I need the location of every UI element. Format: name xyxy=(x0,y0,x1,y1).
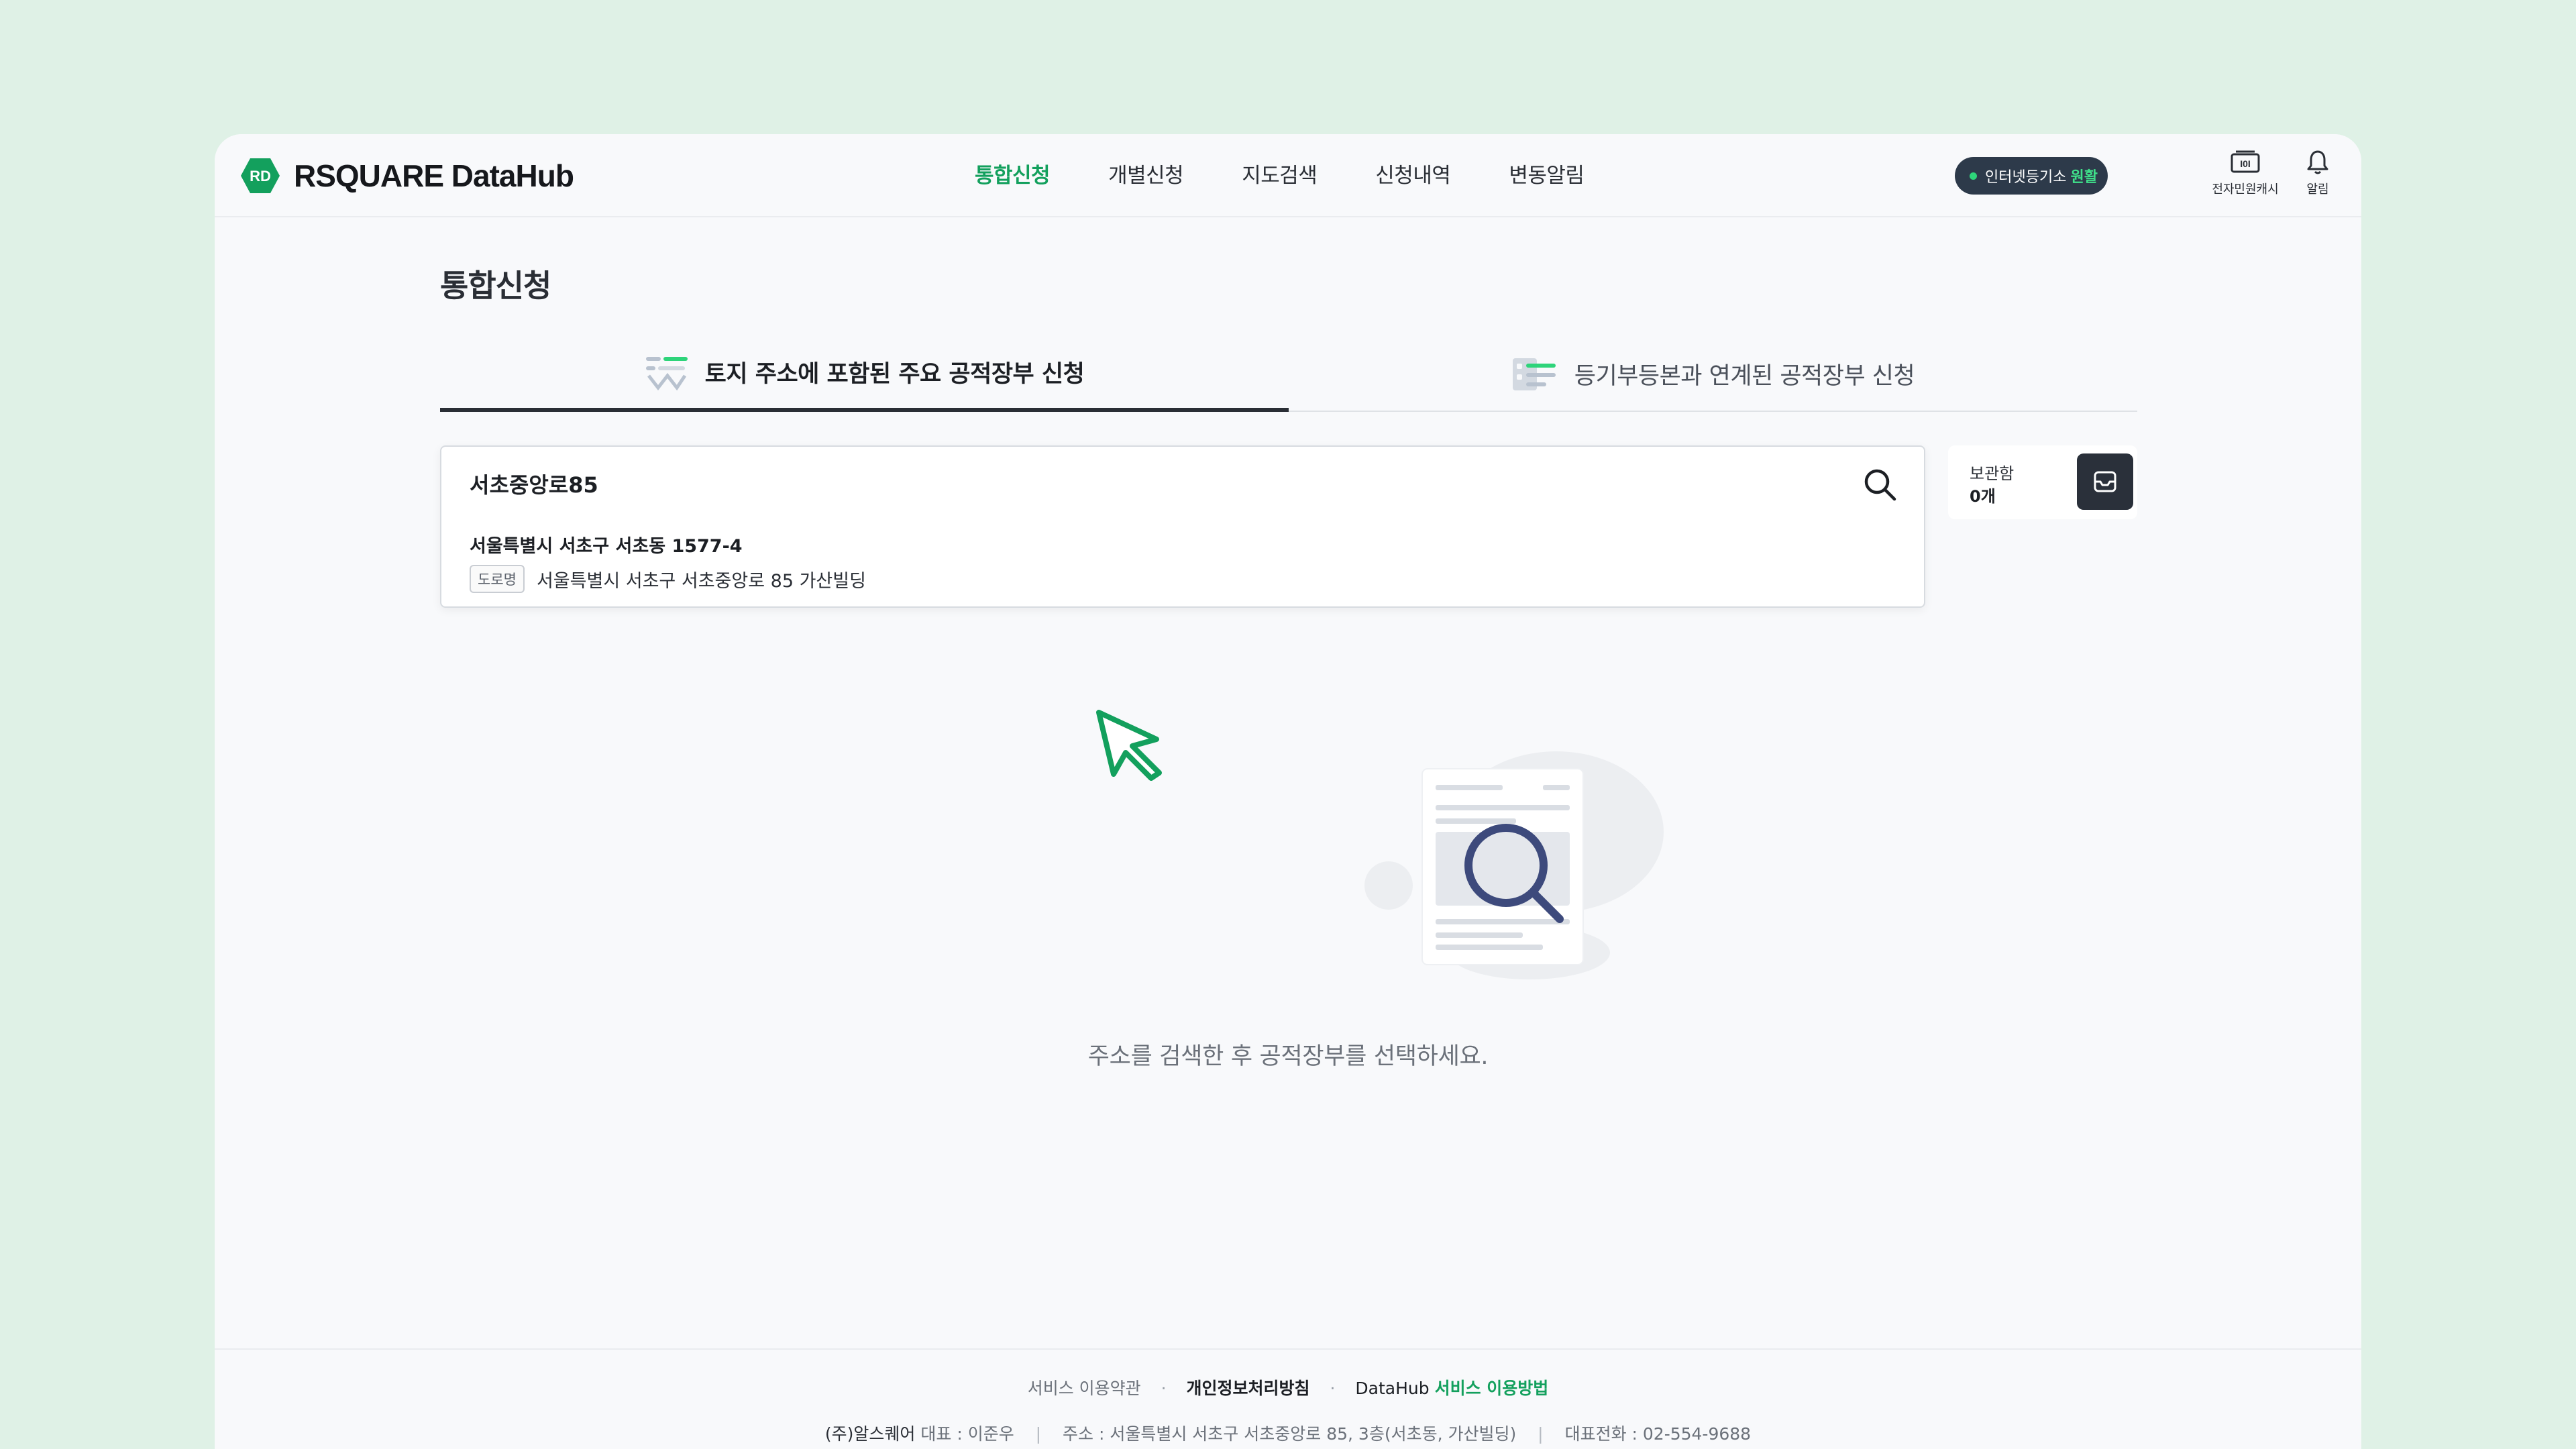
top-header: RD RSQUARE DataHub 통합신청 개별신청 지도검색 신청내역 변… xyxy=(215,134,2361,217)
cash-button[interactable]: I0I 전자민원캐시 xyxy=(2208,149,2282,197)
document-search-illustration xyxy=(1364,751,1664,979)
company-name: (주)알스퀘어 xyxy=(824,1424,916,1444)
notification-button[interactable]: 알림 xyxy=(2281,149,2355,197)
privacy-link[interactable]: 개인정보처리방침 xyxy=(1187,1379,1310,1398)
inbox-icon xyxy=(2094,471,2116,492)
my-page-button[interactable]: 마이 xyxy=(2353,149,2361,197)
info-divider: | xyxy=(1538,1424,1544,1444)
guide-link[interactable]: 서비스 이용방법 xyxy=(1435,1379,1549,1398)
registry-document-icon xyxy=(1512,358,1556,390)
suggestion-lot-address[interactable]: 서울특별시 서초구 서초동 1577-4 xyxy=(470,531,743,557)
nav-item-individual[interactable]: 개별신청 xyxy=(1108,158,1184,193)
nav-item-history[interactable]: 신청내역 xyxy=(1375,158,1451,193)
search-icon xyxy=(1864,469,1896,501)
suggestion-road-address: 서울특별시 서초구 서초중앙로 85 가산빌딩 xyxy=(536,570,866,592)
mouse-pointer-icon xyxy=(1096,710,1162,781)
empty-state-message: 주소를 검색한 후 공적장부를 선택하세요. xyxy=(1087,1043,1489,1070)
app-window: RD RSQUARE DataHub 통합신청 개별신청 지도검색 신청내역 변… xyxy=(215,134,2361,1449)
address-search-panel: 서초중앙로85 서울특별시 서초구 서초동 1577-4 도로명 서울특별시 서… xyxy=(440,445,1925,608)
company-ceo: 대표 : 이준우 xyxy=(920,1424,1014,1444)
info-divider: | xyxy=(1035,1424,1042,1444)
suggestion-road-row[interactable]: 도로명 서울특별시 서초구 서초중앙로 85 가산빌딩 xyxy=(470,565,866,593)
brand-logo[interactable]: RD RSQUARE DataHub xyxy=(240,157,574,195)
tab-registry-linked[interactable]: 등기부등본과 연계된 공적장부 신청 xyxy=(1289,335,2137,412)
status-value: 원활 xyxy=(2070,169,2098,186)
cash-icon: I0I xyxy=(2231,150,2260,173)
storage-button[interactable] xyxy=(2077,453,2133,510)
company-address: 주소 : 서울특별시 서초구 서초중앙로 85, 3층(서초동, 가산빌딩) xyxy=(1063,1424,1517,1444)
storage-count: 0개 xyxy=(1970,487,1996,506)
footer-links: 서비스 이용약관 · 개인정보처리방침 · DataHub 서비스 이용방법 xyxy=(215,1375,2361,1399)
cash-label: 전자민원캐시 xyxy=(2212,182,2279,197)
road-name-badge: 도로명 xyxy=(470,565,525,593)
storage-box: 보관함 0개 xyxy=(1948,445,2137,519)
footer: 서비스 이용약관 · 개인정보처리방침 · DataHub 서비스 이용방법 (… xyxy=(215,1348,2361,1449)
nav-item-integrated[interactable]: 통합신청 xyxy=(975,158,1051,193)
status-dot-icon xyxy=(1970,172,1977,180)
tab-registry-linked-label: 등기부등본과 연계된 공적장부 신청 xyxy=(1574,362,1915,390)
logo-mark-text: RD xyxy=(250,168,271,184)
page-title: 통합신청 xyxy=(440,268,551,304)
nav-item-map-search[interactable]: 지도검색 xyxy=(1242,158,1318,193)
rd-logo-icon: RD xyxy=(241,158,280,193)
svg-text:I0I: I0I xyxy=(2240,158,2251,169)
my-page-label: 마이 xyxy=(2353,180,2361,197)
brand-name: RSQUARE DataHub xyxy=(294,158,574,193)
registry-status-badge[interactable]: 인터넷등기소 원활 xyxy=(1955,157,2108,195)
search-input[interactable]: 서초중앙로85 xyxy=(470,468,598,499)
notification-label: 알림 xyxy=(2306,182,2329,197)
main-nav: 통합신청 개별신청 지도검색 신청내역 변동알림 xyxy=(975,158,1642,193)
status-label: 인터넷등기소 xyxy=(1985,169,2067,186)
tab-land-address[interactable]: 토지 주소에 포함된 주요 공적장부 신청 xyxy=(440,335,1289,412)
footer-separator: · xyxy=(1330,1379,1336,1398)
guide-prefix: DataHub xyxy=(1355,1379,1430,1398)
terms-link[interactable]: 서비스 이용약관 xyxy=(1028,1379,1141,1398)
land-document-icon xyxy=(645,357,688,390)
footer-separator: · xyxy=(1161,1379,1167,1398)
search-button[interactable] xyxy=(1861,466,1898,503)
company-info: (주)알스퀘어 대표 : 이준우 | 주소 : 서울특별시 서초구 서초중앙로 … xyxy=(215,1421,2361,1445)
storage-label: 보관함 xyxy=(1970,464,2015,483)
request-tabs: 토지 주소에 포함된 주요 공적장부 신청 등기부등본과 연계된 공적장부 신청 xyxy=(440,335,2137,412)
bell-icon xyxy=(2307,150,2328,174)
nav-item-alerts[interactable]: 변동알림 xyxy=(1509,158,1585,193)
tab-land-address-label: 토지 주소에 포함된 주요 공적장부 신청 xyxy=(704,360,1085,388)
company-phone: 대표전화 : 02-554-9688 xyxy=(1564,1424,1752,1444)
